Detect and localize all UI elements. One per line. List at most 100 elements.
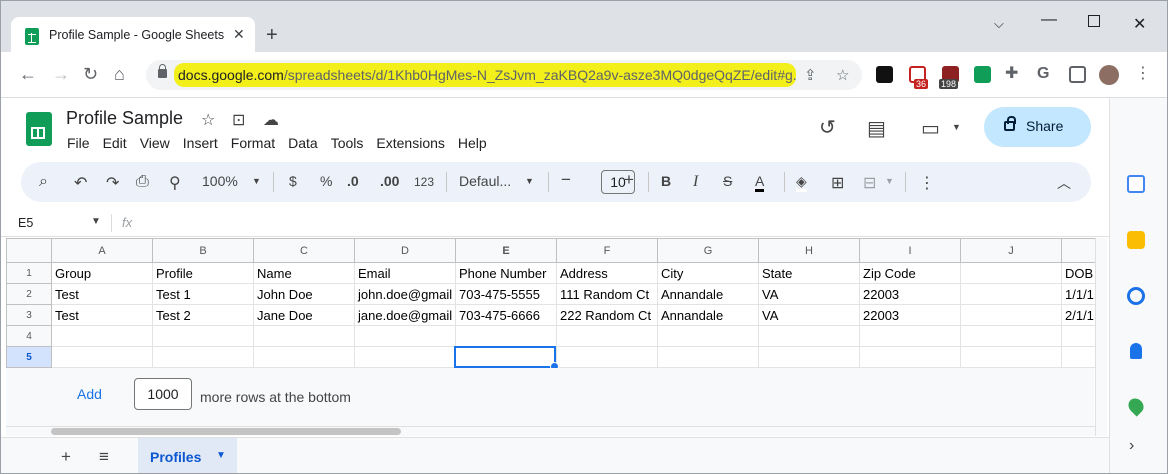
font-family-select[interactable]: Defaul... [459, 173, 511, 189]
cell[interactable] [253, 325, 355, 347]
maximize-icon[interactable] [1088, 15, 1100, 27]
all-sheets-icon[interactable]: ≡ [99, 447, 109, 467]
column-header[interactable]: I [859, 238, 961, 263]
vertical-scrollbar[interactable] [1095, 238, 1107, 436]
cell[interactable]: State [758, 262, 860, 284]
home-icon[interactable]: ⌂ [114, 64, 125, 84]
text-color-icon[interactable]: A [755, 173, 765, 192]
cell[interactable]: 22003 [859, 283, 961, 305]
increase-font-size-icon[interactable]: + [624, 170, 634, 190]
menu-edit[interactable]: Edit [103, 135, 127, 151]
horizontal-scrollbar[interactable] [6, 426, 1096, 436]
cell[interactable]: 22003 [859, 304, 961, 326]
maps-icon[interactable] [1125, 395, 1147, 417]
cell[interactable] [455, 325, 557, 347]
decrease-decimal-button[interactable]: .0 [347, 173, 359, 189]
cell[interactable]: Annandale [657, 283, 759, 305]
cell[interactable]: Profile [152, 262, 254, 284]
new-tab-icon[interactable]: + [266, 25, 278, 45]
cell[interactable] [1061, 346, 1096, 368]
cell[interactable] [152, 346, 254, 368]
cell[interactable]: 2/1/1 [1061, 304, 1096, 326]
cell[interactable]: 111 Random Ct [556, 283, 658, 305]
decrease-font-size-icon[interactable]: − [561, 170, 571, 190]
cell[interactable]: Test [51, 283, 153, 305]
zoom-dropdown-icon[interactable]: ▼ [252, 176, 261, 186]
cell[interactable]: Test 2 [152, 304, 254, 326]
add-sheet-icon[interactable]: + [61, 447, 71, 467]
rows-count-input[interactable]: 1000 [134, 378, 192, 410]
horizontal-scroll-thumb[interactable] [51, 428, 401, 435]
cell[interactable]: Phone Number [455, 262, 557, 284]
column-header[interactable] [1061, 238, 1096, 263]
address-bar[interactable]: docs.google.com/spreadsheets/d/1Khb0HgMe… [146, 60, 862, 90]
share-button[interactable]: Share [984, 107, 1091, 147]
cell[interactable] [859, 325, 961, 347]
cell[interactable] [51, 325, 153, 347]
contacts-icon[interactable] [1130, 343, 1142, 359]
bold-icon[interactable]: B [661, 173, 671, 189]
row-header[interactable]: 1 [6, 262, 52, 284]
print-icon[interactable]: ⎙ [136, 173, 149, 191]
meet-icon[interactable]: ▭ [921, 116, 940, 141]
italic-icon[interactable]: I [693, 173, 698, 191]
cell[interactable]: Annandale [657, 304, 759, 326]
column-header[interactable]: J [960, 238, 1062, 263]
cell[interactable]: 703-475-5555 [455, 283, 557, 305]
menu-tools[interactable]: Tools [331, 135, 364, 151]
lock-icon[interactable] [158, 64, 167, 78]
cell[interactable] [960, 325, 1062, 347]
cell[interactable]: 703-475-6666 [455, 304, 557, 326]
move-folder-icon[interactable]: ⊡ [232, 110, 245, 130]
cell[interactable] [859, 346, 961, 368]
borders-icon[interactable]: ⊞ [831, 173, 844, 193]
cell[interactable] [758, 325, 860, 347]
increase-decimal-button[interactable]: .00 [380, 173, 399, 189]
version-history-icon[interactable]: ↺ [819, 115, 836, 140]
more-options-icon[interactable]: ⋮ [919, 173, 935, 193]
merge-cells-icon[interactable]: ⊟ [863, 173, 876, 193]
column-header[interactable]: A [51, 238, 153, 263]
cell[interactable]: Group [51, 262, 153, 284]
close-window-icon[interactable]: ✕ [1133, 14, 1146, 34]
sheets-logo-icon[interactable] [26, 112, 52, 146]
cell[interactable] [657, 325, 759, 347]
cell[interactable] [354, 325, 456, 347]
star-icon[interactable]: ☆ [201, 110, 215, 130]
cell[interactable] [1061, 325, 1096, 347]
row-header[interactable]: 2 [6, 283, 52, 305]
cell[interactable]: Test 1 [152, 283, 254, 305]
zoom-select[interactable]: 100% [202, 173, 238, 189]
menu-extensions[interactable]: Extensions [376, 135, 444, 151]
menu-data[interactable]: Data [288, 135, 318, 151]
font-dropdown-icon[interactable]: ▼ [525, 176, 534, 186]
cloud-status-icon[interactable]: ☁ [263, 110, 279, 130]
search-menus-icon[interactable]: ⌕ [39, 173, 48, 191]
browser-tab[interactable]: Profile Sample - Google Sheets ✕ [11, 17, 255, 52]
cell[interactable]: Test [51, 304, 153, 326]
cell[interactable] [556, 346, 658, 368]
paint-format-icon[interactable]: ⚲ [169, 173, 181, 193]
profile-avatar-icon[interactable] [1099, 65, 1119, 85]
percent-format-button[interactable]: % [320, 173, 332, 189]
minimize-icon[interactable]: — [1041, 11, 1057, 29]
reload-icon[interactable]: ↻ [83, 64, 98, 84]
collapse-toolbar-icon[interactable]: ︿ [1057, 173, 1071, 193]
column-header[interactable]: F [556, 238, 658, 263]
column-header[interactable]: D [354, 238, 456, 263]
name-box[interactable]: E5 [18, 216, 33, 230]
cell[interactable]: jane.doe@gmail [354, 304, 456, 326]
merge-dropdown-icon[interactable]: ▼ [885, 176, 894, 186]
calendar-icon[interactable] [1127, 175, 1145, 193]
browser-menu-icon[interactable]: ⋮ [1135, 64, 1151, 84]
cell[interactable] [960, 262, 1062, 284]
expand-panel-icon[interactable]: › [1129, 437, 1134, 455]
extension-green-icon[interactable] [974, 66, 991, 83]
back-icon[interactable]: ← [19, 64, 37, 84]
column-header[interactable]: G [657, 238, 759, 263]
menu-insert[interactable]: Insert [183, 135, 218, 151]
google-icon[interactable]: G [1037, 64, 1049, 84]
menu-help[interactable]: Help [458, 135, 487, 151]
side-panel-icon[interactable] [1069, 66, 1086, 83]
forward-icon[interactable]: → [52, 64, 70, 84]
